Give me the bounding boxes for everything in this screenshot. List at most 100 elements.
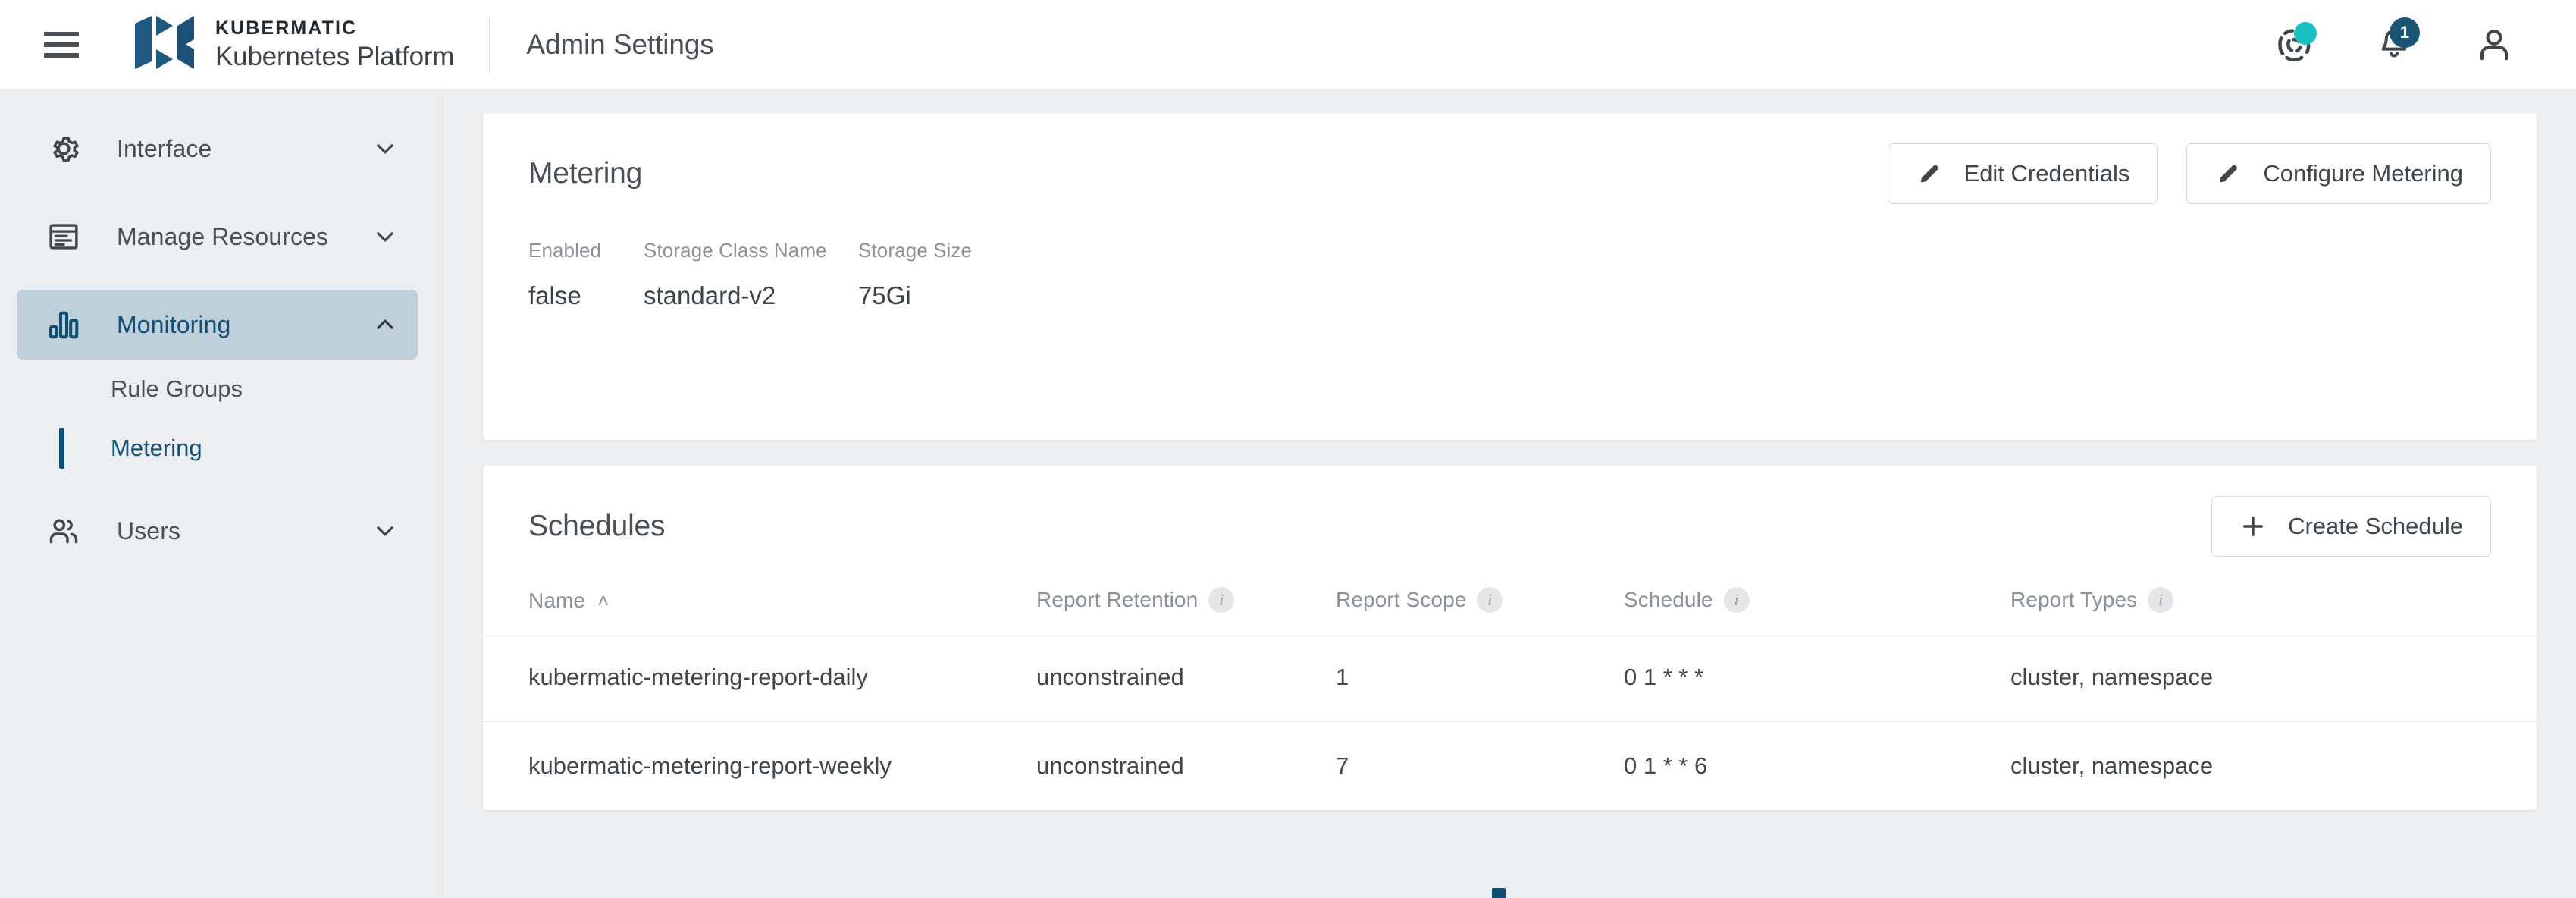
sort-ascending-icon: ˄ xyxy=(597,589,610,612)
brand-logo[interactable]: KUBERMATIC Kubernetes Platform xyxy=(133,15,455,74)
table-header-row: Name ˄ Report Retention i Report Scope i… xyxy=(483,587,2537,633)
cell-report-types: cluster, namespace xyxy=(2010,664,2214,690)
user-account-icon xyxy=(2480,29,2509,60)
metering-title: Metering xyxy=(528,157,643,190)
kubermatic-logo-icon xyxy=(135,15,194,69)
column-label: Report Retention xyxy=(1036,588,1199,611)
sidebar-item-users[interactable]: Users xyxy=(17,496,418,566)
info-icon[interactable]: i xyxy=(1723,587,1750,613)
edit-credentials-label: Edit Credentials xyxy=(1963,160,2130,187)
sidebar-item-interface[interactable]: Interface xyxy=(17,114,418,184)
sidebar-item-label: Monitoring xyxy=(117,310,231,338)
schedules-card: Schedules Create Schedule Name ˄ Report … xyxy=(483,466,2537,810)
column-header-schedule: Schedule i xyxy=(1624,587,2010,633)
gear-icon xyxy=(44,129,83,168)
configure-metering-button[interactable]: Configure Metering xyxy=(2186,143,2491,204)
cell-report-types: cluster, namespace xyxy=(2010,752,2214,779)
plus-icon xyxy=(2239,513,2267,540)
info-icon[interactable]: i xyxy=(1477,587,1503,613)
sidebar-item-rule-groups[interactable]: Rule Groups xyxy=(0,360,442,419)
create-schedule-button[interactable]: Create Schedule xyxy=(2211,496,2491,557)
metering-stats: Enabled false Storage Class Name standar… xyxy=(483,239,2537,310)
scroll-indicator-nub xyxy=(1492,888,1506,898)
cell-schedule: 0 1 * * * xyxy=(1624,664,1704,690)
stat-value: standard-v2 xyxy=(644,281,776,309)
chevron-up-icon[interactable] xyxy=(372,312,398,338)
column-header-report-types: Report Types i xyxy=(2010,587,2537,633)
stat-value: 75Gi xyxy=(858,281,911,309)
sidebar-item-manage-resources[interactable]: Manage Resources xyxy=(17,202,418,272)
stat-label: Storage Class Name xyxy=(644,239,827,262)
help-status-badge xyxy=(2294,21,2317,45)
chevron-down-icon[interactable] xyxy=(372,136,398,162)
cell-schedule: 0 1 * * 6 xyxy=(1624,752,1708,779)
chevron-down-icon[interactable] xyxy=(372,224,398,250)
metering-card-actions: Edit Credentials Configure Metering xyxy=(1887,143,2491,204)
stat-enabled: Enabled false xyxy=(528,239,644,310)
sidebar-item-monitoring[interactable]: Monitoring xyxy=(17,290,418,360)
page-title: Admin Settings xyxy=(526,28,714,60)
metering-card: Metering Edit Credentials Configure Mete… xyxy=(483,113,2537,440)
info-icon[interactable]: i xyxy=(2148,587,2174,613)
column-label: Report Scope xyxy=(1336,588,1467,611)
notifications-button[interactable]: 1 xyxy=(2367,17,2421,72)
schedules-card-header: Schedules Create Schedule xyxy=(483,466,2537,587)
cell-name: kubermatic-metering-report-daily xyxy=(528,664,868,690)
help-support-button[interactable] xyxy=(2267,17,2321,72)
stat-label: Storage Size xyxy=(858,239,973,262)
column-label: Name xyxy=(528,589,586,612)
chevron-down-icon[interactable] xyxy=(372,518,398,544)
stat-storage-size: Storage Size 75Gi xyxy=(858,239,1086,310)
brand-name: KUBERMATIC xyxy=(215,17,358,39)
schedules-table-header: Name ˄ Report Retention i Report Scope i… xyxy=(483,587,2537,633)
column-header-name[interactable]: Name ˄ xyxy=(483,587,1036,633)
stat-storage-class-name: Storage Class Name standard-v2 xyxy=(644,239,858,310)
cell-report-retention: unconstrained xyxy=(1036,752,1184,779)
sidebar-item-label: Interface xyxy=(117,134,212,162)
sidebar-subitem-label: Rule Groups xyxy=(111,375,243,402)
sidebar-item-label: Users xyxy=(117,517,181,545)
brand-tagline: Kubernetes Platform xyxy=(215,42,455,71)
configure-metering-label: Configure Metering xyxy=(2263,160,2463,187)
schedules-table-body: kubermatic-metering-report-daily unconst… xyxy=(483,633,2537,811)
active-indicator-bar xyxy=(59,428,64,469)
bar-chart-icon xyxy=(44,305,83,344)
schedules-table: Name ˄ Report Retention i Report Scope i… xyxy=(483,587,2537,810)
pencil-icon xyxy=(1916,160,1943,187)
stat-value: false xyxy=(528,281,581,309)
column-header-report-retention: Report Retention i xyxy=(1036,587,1336,633)
schedules-card-actions: Create Schedule xyxy=(2211,496,2491,557)
hamburger-bar xyxy=(44,42,79,47)
user-account-button[interactable] xyxy=(2467,17,2521,72)
main-content: Metering Edit Credentials Configure Mete… xyxy=(443,89,2576,898)
hamburger-bar xyxy=(44,31,79,36)
cell-report-scope: 1 xyxy=(1336,664,1349,690)
list-rows-icon xyxy=(44,217,83,256)
pencil-icon xyxy=(2214,160,2242,187)
toolbar-divider xyxy=(489,17,490,72)
top-toolbar: KUBERMATIC Kubernetes Platform Admin Set… xyxy=(0,0,2576,89)
hamburger-bar xyxy=(44,52,79,58)
table-row[interactable]: kubermatic-metering-report-daily unconst… xyxy=(483,633,2537,722)
sidebar: Interface Manage Resources Monitoring Ru… xyxy=(0,89,443,898)
notifications-count-badge: 1 xyxy=(2390,17,2420,48)
sidebar-subitem-label: Metering xyxy=(111,435,202,461)
cell-report-scope: 7 xyxy=(1336,752,1349,779)
table-row[interactable]: kubermatic-metering-report-weekly uncons… xyxy=(483,722,2537,811)
info-icon[interactable]: i xyxy=(1208,587,1235,613)
cell-report-retention: unconstrained xyxy=(1036,664,1184,690)
schedules-title: Schedules xyxy=(528,510,666,542)
sidebar-item-metering[interactable]: Metering xyxy=(0,419,442,478)
column-label: Report Types xyxy=(2010,588,2138,611)
stat-label: Enabled xyxy=(528,239,602,262)
edit-credentials-button[interactable]: Edit Credentials xyxy=(1887,143,2158,204)
users-icon xyxy=(44,511,83,551)
hamburger-menu-icon[interactable] xyxy=(44,31,79,58)
column-header-report-scope: Report Scope i xyxy=(1336,587,1624,633)
sidebar-item-label: Manage Resources xyxy=(117,222,329,250)
create-schedule-label: Create Schedule xyxy=(2288,513,2463,539)
cell-name: kubermatic-metering-report-weekly xyxy=(528,752,892,779)
